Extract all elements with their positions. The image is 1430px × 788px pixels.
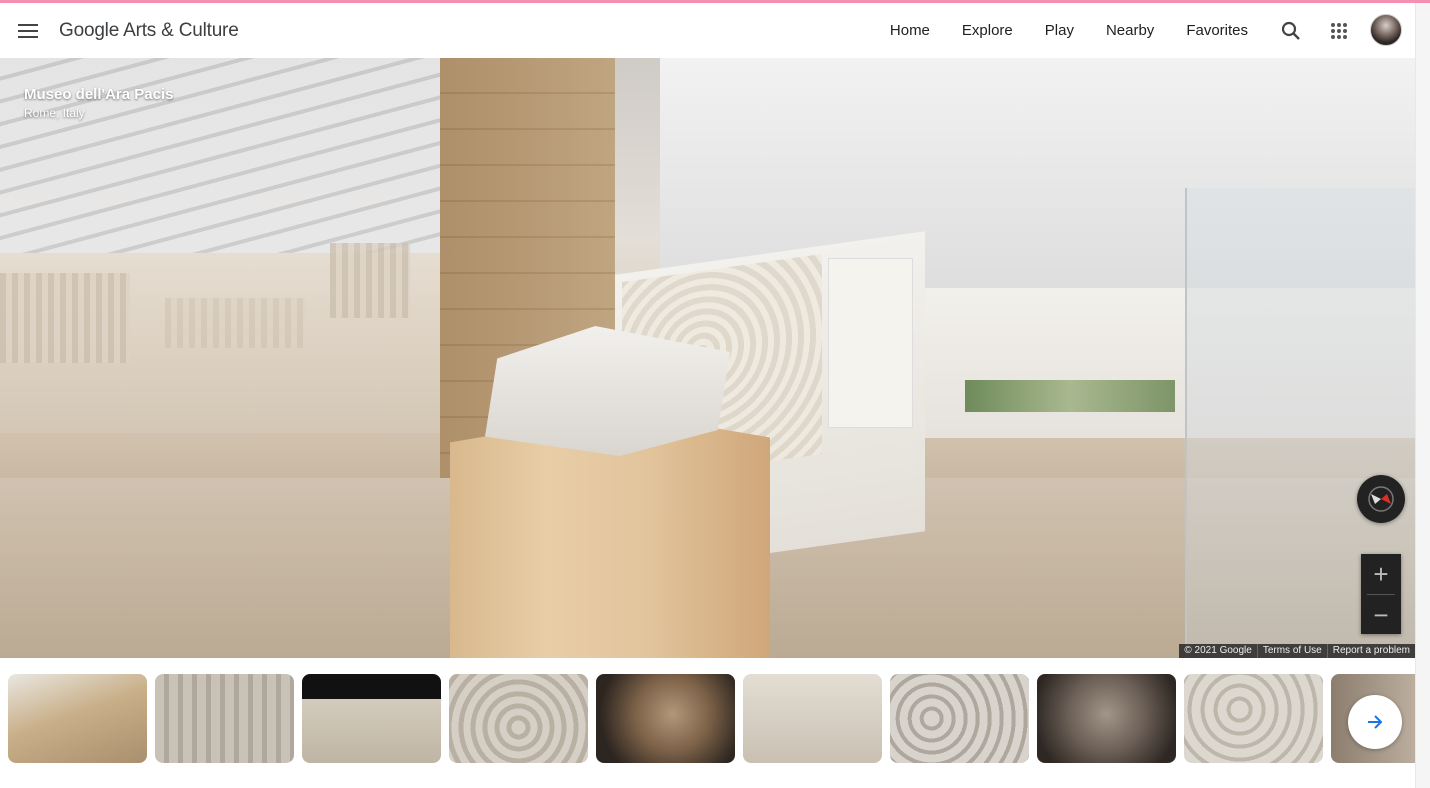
zoom-control: + −: [1361, 554, 1401, 634]
nav-home[interactable]: Home: [890, 22, 930, 39]
nav-explore[interactable]: Explore: [962, 22, 1013, 39]
floral-panel-thumbnail[interactable]: [890, 674, 1029, 763]
vine-scroll-thumbnail[interactable]: [1184, 674, 1323, 763]
nav-play[interactable]: Play: [1045, 22, 1074, 39]
compass-icon[interactable]: [1357, 475, 1405, 523]
nav-favorites[interactable]: Favorites: [1186, 22, 1248, 39]
hamburger-menu-icon[interactable]: [14, 17, 42, 45]
zoom-in-button[interactable]: +: [1361, 554, 1401, 594]
zoom-out-button[interactable]: −: [1361, 595, 1401, 635]
pediment-scroll-thumbnail[interactable]: [302, 674, 441, 763]
altar-relief-left: [0, 273, 130, 363]
altar-relief-right: [330, 243, 410, 318]
report-problem-link[interactable]: Report a problem: [1326, 644, 1415, 658]
sculpted-head-thumbnail[interactable]: [596, 674, 735, 763]
account-avatar[interactable]: [1370, 14, 1402, 46]
nav-nearby[interactable]: Nearby: [1106, 22, 1154, 39]
apps-grid-icon[interactable]: [1326, 18, 1352, 44]
museum-interior-thumbnail[interactable]: [8, 674, 147, 763]
map-attribution: © 2021 Google Terms of Use Report a prob…: [1179, 644, 1415, 658]
window-view: [965, 380, 1175, 412]
filmstrip: [0, 658, 1415, 788]
info-text-panel: [828, 258, 913, 428]
portrait-bust-thumbnail[interactable]: [1037, 674, 1176, 763]
street-view-panorama[interactable]: Museo dell'Ara Pacis Rome, Italy + − © 2…: [0, 58, 1415, 658]
top-app-bar: Google Arts & Culture Home Explore Play …: [0, 3, 1415, 58]
procession-relief-thumbnail[interactable]: [155, 674, 294, 763]
arrow-right-icon[interactable]: [1348, 695, 1402, 749]
tellus-relief-thumbnail[interactable]: [743, 674, 882, 763]
main-nav: Home Explore Play Nearby Favorites: [858, 3, 1248, 58]
copyright-text: © 2021 Google: [1184, 645, 1252, 656]
altar-relief-center: [165, 298, 305, 348]
app-logo[interactable]: Google Arts & Culture: [59, 20, 239, 42]
page-scrollbar[interactable]: [1415, 3, 1430, 788]
place-title: Museo dell'Ara Pacis: [24, 86, 174, 103]
terms-link[interactable]: Terms of Use: [1256, 644, 1327, 658]
acanthus-rosette-thumbnail[interactable]: [449, 674, 588, 763]
place-location: Rome, Italy: [24, 106, 85, 120]
search-icon[interactable]: [1278, 18, 1304, 44]
